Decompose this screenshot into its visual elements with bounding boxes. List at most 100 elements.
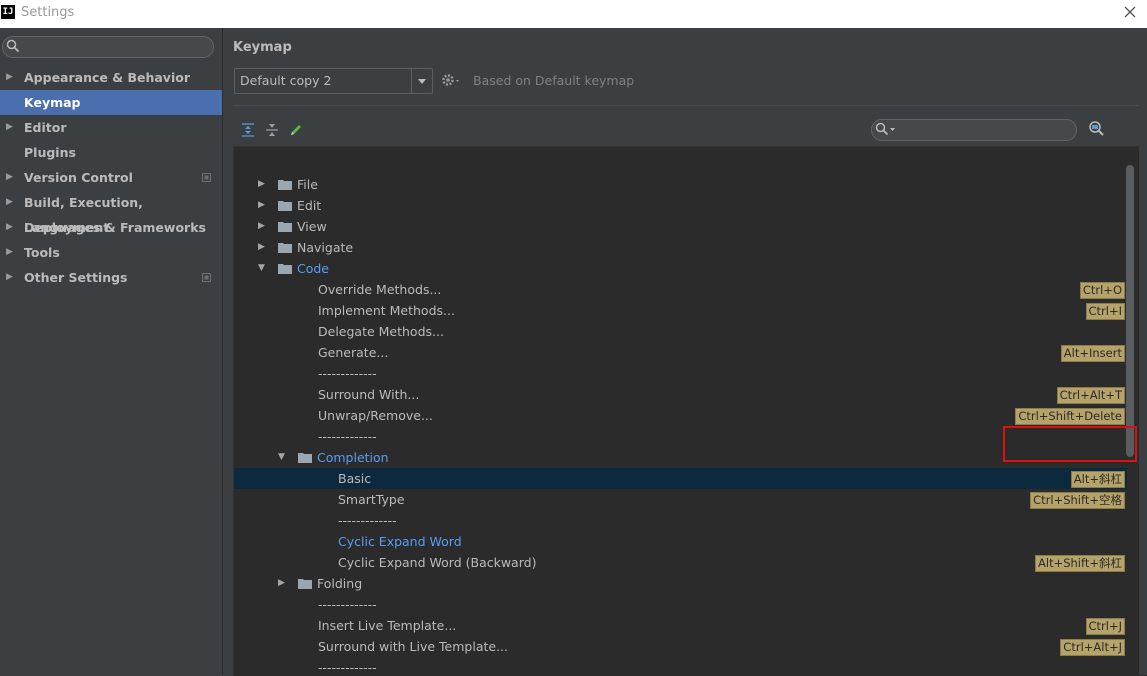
tree-row-basic[interactable]: Basic Alt+斜杠 (234, 468, 1127, 489)
shortcut-badge: Ctrl+O (1079, 282, 1125, 299)
expand-arrow-icon[interactable]: ▶ (258, 237, 265, 258)
expand-arrow-icon[interactable]: ▶ (6, 65, 13, 90)
tree-row-label: ------------- (318, 366, 377, 381)
keymap-search-input[interactable] (898, 121, 1072, 139)
expand-arrow-icon[interactable]: ▶ (258, 216, 265, 237)
expand-arrow-icon[interactable]: ▶ (6, 240, 13, 265)
folder-icon (298, 579, 312, 589)
sidebar-item-label: Tools (24, 245, 60, 260)
sidebar-item-other-settings[interactable]: ▶ Other Settings (0, 265, 222, 290)
tree-row-label: Surround with Live Template... (318, 639, 508, 654)
expand-arrow-icon[interactable]: ▶ (258, 195, 265, 216)
sidebar-item-editor[interactable]: ▶ Editor (0, 115, 222, 140)
project-level-icon (202, 173, 211, 182)
tree-separator-row[interactable]: ------------- (234, 594, 1127, 615)
collapse-all-icon[interactable] (264, 122, 280, 138)
tree-row-cyclic-expand-word[interactable]: Cyclic Expand Word (234, 531, 1127, 552)
folder-icon (298, 453, 312, 463)
sidebar-item-plugins[interactable]: Plugins (0, 140, 222, 165)
tree-row-implement-methods[interactable]: Implement Methods... Ctrl+I (234, 300, 1127, 321)
tree-row-label: Basic (338, 471, 372, 486)
tree-row-surround-with-live-template[interactable]: Surround with Live Template... Ctrl+Alt+J (234, 636, 1127, 657)
tree-row-label: Generate... (318, 345, 389, 360)
sidebar-item-label: Version Control (24, 170, 133, 185)
sidebar-item-languages-frameworks[interactable]: ▶ Languages & Frameworks (0, 215, 222, 240)
shortcut-badge: Ctrl+Alt+J (1060, 639, 1125, 656)
tree-separator-row[interactable]: ------------- (234, 510, 1127, 531)
tree-row-unwrap-remove[interactable]: Unwrap/Remove... Ctrl+Shift+Delete (234, 405, 1127, 426)
shortcut-badge: Alt+Shift+斜杠 (1035, 555, 1125, 572)
dropdown-arrow-icon[interactable] (411, 69, 432, 93)
sidebar-item-version-control[interactable]: ▶ Version Control (0, 165, 222, 190)
tree-row-label: Cyclic Expand Word (Backward) (338, 555, 537, 570)
tree-row-insert-live-template[interactable]: Insert Live Template... Ctrl+J (234, 615, 1127, 636)
tree-row-label: Completion (317, 450, 389, 465)
sidebar-item-build-execution-deployment[interactable]: ▶ Build, Execution, Deployment (0, 190, 222, 235)
page-title: Keymap (233, 40, 292, 55)
keymap-action-tree[interactable]: ▶ File ▶ Edit ▶ View ▶ Navigate ▼ Code Override Me… (233, 146, 1147, 676)
tree-row-generate[interactable]: Generate... Alt+Insert (234, 342, 1127, 363)
tree-scrollbar[interactable] (1126, 165, 1134, 457)
tree-row-cyclic-expand-word-backward[interactable]: Cyclic Expand Word (Backward) Alt+Shift+斜… (234, 552, 1127, 573)
keymap-panel: Keymap Default copy 2 Based on Default k… (223, 28, 1147, 676)
expand-arrow-icon[interactable]: ▶ (6, 165, 13, 190)
title-bar: IJ Settings (0, 0, 1147, 28)
tree-row-folding[interactable]: ▶ Folding (234, 573, 1127, 594)
folder-icon (278, 222, 292, 232)
search-icon (6, 39, 20, 53)
shortcut-badge: Ctrl+J (1085, 618, 1125, 635)
search-icon[interactable] (875, 122, 897, 136)
tree-row-override-methods[interactable]: Override Methods... Ctrl+O (234, 279, 1127, 300)
tree-row-label: View (297, 219, 327, 234)
expand-arrow-icon[interactable]: ▶ (6, 215, 13, 240)
intellij-logo-icon: IJ (1, 5, 15, 19)
expand-arrow-icon[interactable]: ▶ (278, 573, 285, 594)
expand-arrow-icon[interactable]: ▶ (6, 190, 13, 215)
tree-row-file[interactable]: ▶ File (234, 174, 1127, 195)
sidebar-item-label: Other Settings (24, 270, 128, 285)
gear-icon[interactable] (441, 72, 463, 88)
sidebar-item-tools[interactable]: ▶ Tools (0, 240, 222, 265)
keymap-search-box[interactable] (871, 119, 1077, 141)
pencil-icon[interactable] (288, 122, 304, 138)
window-title: Settings (21, 5, 75, 20)
tree-row-view[interactable]: ▶ View (234, 216, 1127, 237)
expand-all-icon[interactable] (240, 122, 256, 138)
sidebar-item-label: Languages & Frameworks (24, 220, 206, 235)
tree-row-label: Unwrap/Remove... (318, 408, 433, 423)
keymap-scheme-dropdown[interactable]: Default copy 2 (234, 68, 433, 94)
close-icon[interactable] (1121, 3, 1139, 21)
tree-row-edit[interactable]: ▶ Edit (234, 195, 1127, 216)
sidebar-item-appearance-behavior[interactable]: ▶ Appearance & Behavior (0, 65, 222, 90)
tree-row-code[interactable]: ▼ Code (234, 258, 1127, 279)
tree-row-label: SmartType (338, 492, 405, 507)
expand-arrow-icon[interactable]: ▶ (6, 115, 13, 140)
tree-row-label: ------------- (318, 597, 377, 612)
find-by-shortcut-icon[interactable] (1087, 120, 1105, 138)
sidebar-item-keymap[interactable]: Keymap (0, 90, 222, 115)
tree-row-label: ------------- (338, 513, 397, 528)
tree-row-navigate[interactable]: ▶ Navigate (234, 237, 1127, 258)
window-right-edge (1139, 28, 1147, 675)
tree-row-completion[interactable]: ▼ Completion (234, 447, 1127, 468)
shortcut-badge: Ctrl+Shift+空格 (1030, 492, 1125, 509)
shortcut-badge: Ctrl+Shift+Delete (1015, 408, 1125, 425)
tree-row-smarttype[interactable]: SmartType Ctrl+Shift+空格 (234, 489, 1127, 510)
sidebar-search-input[interactable] (23, 38, 211, 56)
folder-icon (278, 180, 292, 190)
folder-icon (278, 201, 292, 211)
tree-row-delegate-methods[interactable]: Delegate Methods... (234, 321, 1127, 342)
sidebar-search-box[interactable] (2, 36, 214, 58)
project-level-icon (202, 273, 211, 282)
based-on-label: Based on Default keymap (473, 73, 635, 88)
collapse-arrow-icon[interactable]: ▼ (258, 258, 265, 279)
expand-arrow-icon[interactable]: ▶ (258, 174, 265, 195)
tree-separator-row[interactable]: ------------- (234, 363, 1127, 384)
tree-row-surround-with[interactable]: Surround With... Ctrl+Alt+T (234, 384, 1127, 405)
tree-row-label: ------------- (318, 660, 377, 675)
collapse-arrow-icon[interactable]: ▼ (278, 447, 285, 468)
expand-arrow-icon[interactable]: ▶ (6, 265, 13, 290)
tree-separator-row[interactable]: ------------- (234, 426, 1127, 447)
tree-separator-row[interactable]: ------------- (234, 657, 1127, 676)
sidebar-item-label: Keymap (24, 95, 81, 110)
